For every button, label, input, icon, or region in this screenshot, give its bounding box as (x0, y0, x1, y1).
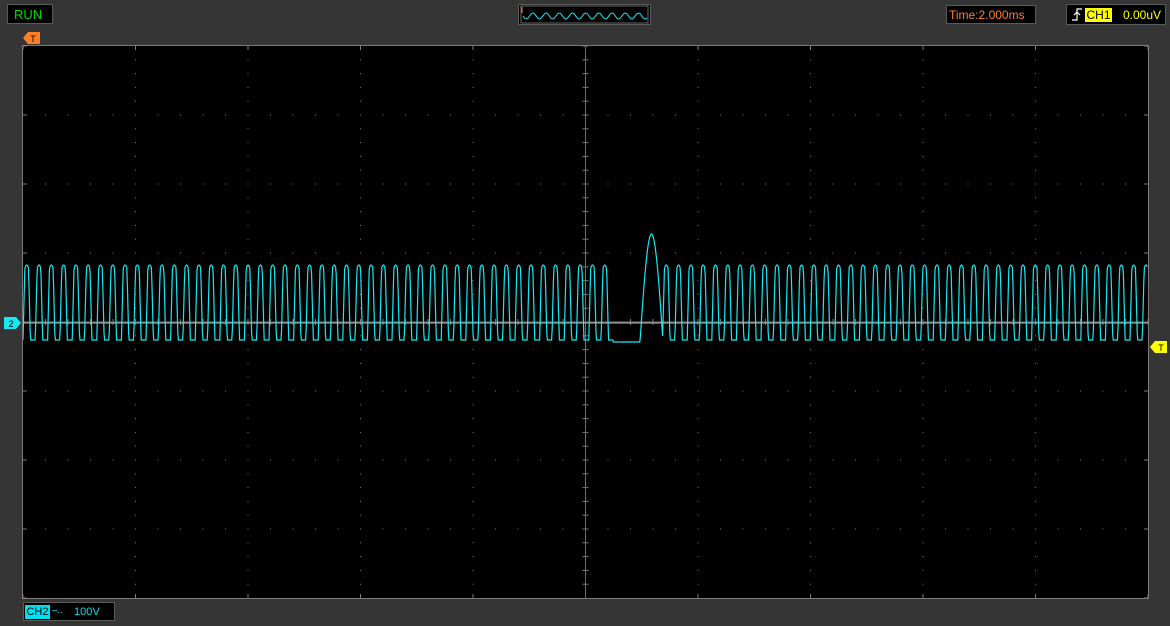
trigger-position-marker[interactable]: T (23, 32, 41, 44)
channel-status-bar: CH2 ‒‥ 100V (23, 602, 115, 621)
ch2-level-marker[interactable]: 2 (4, 317, 22, 329)
svg-text:T: T (30, 34, 36, 44)
overview-waveform-preview (520, 5, 649, 24)
ch2-badge[interactable]: CH2 (25, 605, 50, 619)
svg-text:T: T (1158, 343, 1164, 353)
run-status-button[interactable]: RUN (7, 4, 53, 24)
waveform-display[interactable] (22, 45, 1149, 599)
svg-text:2: 2 (8, 319, 13, 329)
ch2-scale-value[interactable]: 100V (74, 605, 100, 619)
trigger-readout[interactable]: CH1 0.00uV (1066, 4, 1166, 25)
trigger-level-marker[interactable]: T (1150, 341, 1168, 353)
waveform-overview[interactable] (518, 4, 651, 25)
top-toolbar: RUN Time:2.000ms CH1 0.00uV (0, 0, 1170, 30)
trigger-level-value: 0.00uV (1123, 8, 1162, 22)
timebase-readout[interactable]: Time:2.000ms (946, 5, 1036, 24)
trigger-source-badge: CH1 (1085, 8, 1112, 22)
dc-coupling-icon: ‒‥ (52, 605, 63, 616)
oscilloscope-grid (23, 46, 1148, 598)
rising-edge-icon (1072, 8, 1082, 21)
